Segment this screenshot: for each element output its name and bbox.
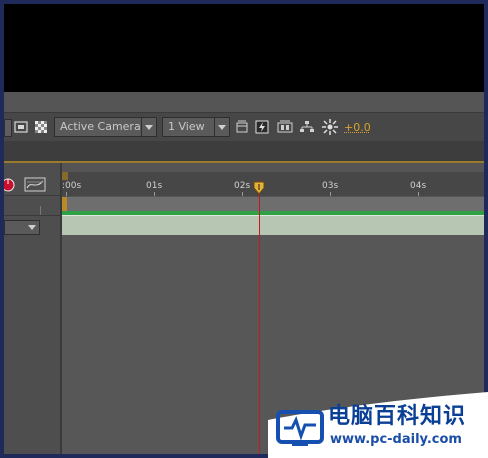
region-of-interest-icon[interactable] bbox=[14, 119, 28, 135]
viewer-toolbar: Active Camera 1 View +0.0 bbox=[4, 112, 484, 142]
time-label-3: 03s bbox=[322, 181, 339, 191]
ruler-tick bbox=[154, 192, 155, 196]
after-effects-window: Active Camera 1 View +0.0:00s 01s 02s 0… bbox=[4, 4, 484, 454]
motion-blur-icon[interactable] bbox=[4, 176, 16, 192]
chevron-down-icon bbox=[28, 225, 36, 230]
row-separator bbox=[4, 195, 62, 196]
graph-editor-icon[interactable] bbox=[24, 177, 46, 193]
exposure-icon[interactable] bbox=[322, 119, 338, 135]
view-layout-dropdown[interactable]: 1 View bbox=[162, 117, 230, 137]
time-label-4: 04s bbox=[410, 181, 427, 191]
timeline-icon[interactable] bbox=[277, 119, 293, 135]
watermark-title: 电脑百科知识 bbox=[328, 404, 467, 429]
current-time-indicator-line[interactable] bbox=[259, 180, 260, 454]
view-layout-label: 1 View bbox=[168, 120, 205, 133]
chevron-down-icon bbox=[141, 118, 156, 136]
ruler-tick bbox=[418, 192, 419, 196]
timeline-tab-strip bbox=[4, 141, 484, 163]
work-area-start-marker[interactable] bbox=[62, 172, 68, 180]
ruler-tick bbox=[330, 192, 331, 196]
work-area-start-handle[interactable] bbox=[62, 197, 67, 211]
camera-dropdown[interactable]: Active Camera bbox=[54, 117, 157, 137]
layer-duration-bar[interactable] bbox=[62, 215, 484, 235]
composition-viewer[interactable] bbox=[4, 4, 484, 92]
flowchart-icon[interactable] bbox=[299, 119, 315, 135]
time-ruler[interactable]: :00s 01s 02s 03s 04s bbox=[62, 172, 484, 196]
camera-dropdown-label: Active Camera bbox=[60, 120, 141, 133]
transparency-grid-icon[interactable] bbox=[34, 119, 48, 135]
work-area-bar[interactable] bbox=[62, 197, 484, 211]
site-watermark: 电脑百科知识 www.pc-daily.com bbox=[268, 392, 488, 458]
layer-controls-panel bbox=[4, 163, 60, 454]
fast-previews-icon[interactable] bbox=[255, 119, 269, 135]
ruler-tick bbox=[242, 192, 243, 196]
time-label-0: :00s bbox=[62, 181, 82, 191]
time-label-1: 01s bbox=[146, 181, 163, 191]
toggle-pixel-aspect-icon[interactable] bbox=[235, 119, 249, 135]
watermark-url: www.pc-daily.com bbox=[330, 432, 462, 447]
ruler-tick bbox=[66, 192, 67, 196]
chevron-down-icon bbox=[214, 118, 229, 136]
exposure-value[interactable]: +0.0 bbox=[344, 121, 371, 134]
snapshot-button[interactable] bbox=[4, 119, 12, 137]
mode-dropdown[interactable] bbox=[4, 220, 40, 235]
panel-focus-line bbox=[4, 161, 484, 163]
current-time-indicator-icon[interactable] bbox=[252, 180, 266, 195]
time-label-2: 02s bbox=[234, 181, 251, 191]
row-separator bbox=[4, 215, 62, 216]
